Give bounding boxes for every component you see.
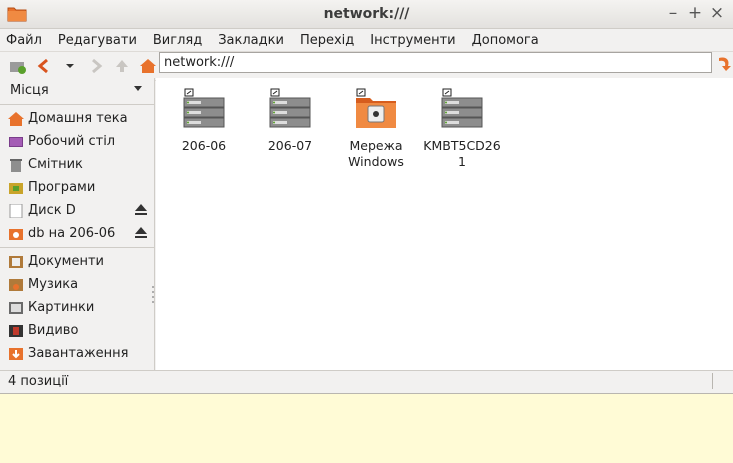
sidebar-item-label: Домашня тека	[28, 111, 128, 126]
new-tab-icon	[10, 62, 26, 74]
sidebar-item-drive-d[interactable]: Диск D	[0, 199, 154, 222]
network-server-icon	[183, 88, 225, 128]
network-folder-icon	[356, 88, 396, 128]
history-dropdown[interactable]	[60, 56, 80, 76]
file-manager-window: network:/// – + × Файл Редагувати Вигляд…	[0, 0, 733, 394]
sidebar-item-label: Програми	[28, 180, 96, 195]
places-dropdown[interactable]: Місця	[0, 78, 154, 102]
title-bar: network:/// – + ×	[0, 0, 733, 29]
menu-edit[interactable]: Редагувати	[58, 33, 137, 48]
sidebar-item-label: Картинки	[28, 300, 95, 315]
window-title: network:///	[323, 6, 410, 22]
up-arrow-icon	[116, 60, 128, 72]
sidebar-item-trash[interactable]: Смітник	[0, 153, 154, 176]
sidebar-item-desktop[interactable]: Робочий стіл	[0, 130, 154, 153]
file-label: 206-07	[267, 138, 313, 153]
sidebar-item-music[interactable]: Музика	[0, 273, 154, 296]
sidebar-item-pictures[interactable]: Картинки	[0, 296, 154, 319]
applications-icon	[9, 182, 23, 194]
eject-icon[interactable]	[134, 204, 148, 216]
file-label: 206-06	[181, 138, 227, 153]
home-icon	[140, 59, 156, 73]
sidebar-item-network-share[interactable]: db на 206-06	[0, 222, 154, 245]
documents-folder-icon	[9, 255, 23, 268]
sidebar-item-label: Музика	[28, 277, 79, 292]
new-tab-button[interactable]	[8, 56, 28, 76]
sidebar-item-label: Видиво	[28, 323, 79, 338]
location-input[interactable]: network:///	[159, 52, 712, 73]
menu-bookmarks[interactable]: Закладки	[218, 33, 284, 48]
close-icon[interactable]: ×	[709, 3, 725, 23]
pictures-folder-icon	[9, 301, 23, 314]
videos-folder-icon	[9, 324, 23, 337]
back-arrow-icon	[37, 58, 48, 74]
sidebar-item-label: Робочий стіл	[28, 134, 116, 149]
forward-arrow-icon	[92, 58, 103, 74]
chevron-down-icon	[66, 64, 74, 68]
menu-help[interactable]: Допомога	[472, 33, 539, 48]
file-label: KMBT5CD26 1	[423, 138, 501, 169]
file-label: Мережа Windows	[348, 138, 404, 169]
menu-view[interactable]: Вигляд	[153, 33, 202, 48]
chevron-down-icon	[134, 86, 142, 91]
sidebar-item-label: Смітник	[28, 157, 83, 172]
file-view: 206-06 206-07 Мережа Windows KMBT5CD26 1	[156, 78, 733, 370]
music-folder-icon	[9, 278, 23, 291]
file-item-206-07[interactable]: 206-07	[250, 86, 330, 154]
trash-icon	[10, 158, 22, 172]
sidebar-item-videos[interactable]: Видиво	[0, 319, 154, 342]
network-share-icon	[9, 228, 23, 240]
status-text: 4 позиції	[8, 374, 69, 389]
up-button[interactable]	[112, 56, 132, 76]
maximize-icon[interactable]: +	[687, 3, 703, 23]
home-folder-icon	[8, 111, 24, 126]
file-item-206-06[interactable]: 206-06	[164, 86, 244, 154]
sidebar-item-applications[interactable]: Програми	[0, 176, 154, 199]
sidebar: Місця Домашня тека Робочий стіл Смітник …	[0, 78, 155, 370]
menu-file[interactable]: Файл	[6, 33, 42, 48]
menu-tools[interactable]: Інструменти	[370, 33, 455, 48]
downloads-folder-icon	[9, 347, 23, 360]
sidebar-item-home[interactable]: Домашня тека	[0, 107, 154, 130]
sidebar-item-label: db на 206-06	[28, 226, 116, 241]
network-server-icon	[441, 88, 483, 128]
minimize-icon[interactable]: –	[665, 3, 681, 23]
home-button[interactable]	[138, 56, 158, 76]
file-item-windows-network[interactable]: Мережа Windows	[336, 86, 416, 170]
sidebar-item-documents[interactable]: Документи	[0, 250, 154, 273]
drive-icon	[9, 203, 23, 218]
status-bar: 4 позиції	[0, 370, 733, 393]
back-button[interactable]	[34, 56, 54, 76]
sidebar-item-label: Завантаження	[28, 346, 129, 361]
file-item-kmbt5cd261[interactable]: KMBT5CD26 1	[422, 86, 502, 170]
menu-bar: Файл Редагувати Вигляд Закладки Перехід …	[0, 29, 733, 52]
sidebar-item-label: Документи	[28, 254, 104, 269]
places-label: Місця	[10, 82, 49, 98]
go-arrow-icon[interactable]	[716, 54, 733, 72]
forward-button[interactable]	[86, 56, 106, 76]
sidebar-item-downloads[interactable]: Завантаження	[0, 342, 154, 365]
resize-grip-icon[interactable]	[712, 373, 727, 389]
network-server-icon	[269, 88, 311, 128]
menu-go[interactable]: Перехід	[300, 33, 354, 48]
desktop-icon	[9, 136, 23, 147]
sidebar-item-label: Диск D	[28, 203, 76, 218]
eject-icon[interactable]	[134, 227, 148, 239]
